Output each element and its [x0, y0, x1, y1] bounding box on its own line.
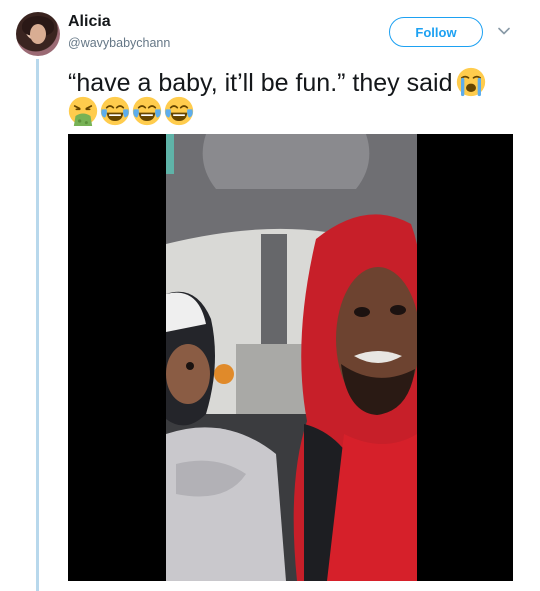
- thread-line: [36, 59, 39, 591]
- video-player[interactable]: [68, 134, 513, 581]
- avatar[interactable]: [16, 12, 60, 56]
- loudly-crying-face-icon: [457, 67, 486, 97]
- face-with-tears-of-joy-icon: [132, 96, 162, 126]
- tweet-text: “have a baby, it’ll be fun.” they said: [68, 67, 523, 98]
- video-frame: [166, 134, 417, 581]
- follow-button[interactable]: Follow: [389, 17, 483, 47]
- face-vomiting-icon: [68, 96, 98, 126]
- tweet-text-body: “have a baby, it’ll be fun.” they said: [68, 69, 453, 97]
- chevron-down-icon[interactable]: [497, 24, 511, 38]
- author-handle[interactable]: @wavybabychann: [68, 36, 170, 50]
- emoji-row: [68, 96, 194, 126]
- author-name[interactable]: Alicia: [68, 13, 111, 31]
- video-frame-illustration: [166, 134, 417, 581]
- face-with-tears-of-joy-icon: [164, 96, 194, 126]
- avatar-face: [30, 24, 46, 44]
- face-with-tears-of-joy-icon: [100, 96, 130, 126]
